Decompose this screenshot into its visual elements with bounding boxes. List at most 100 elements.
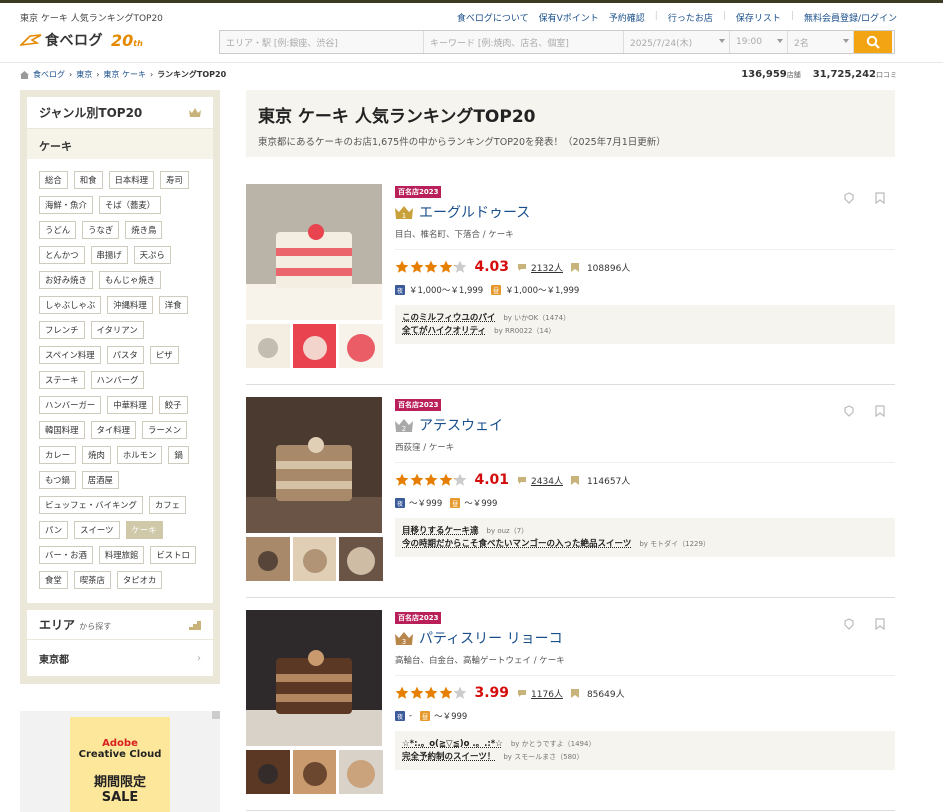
shop-name-link[interactable]: アテスウェイ xyxy=(419,415,503,435)
genre-tag[interactable]: 韓国料理 xyxy=(39,421,85,439)
link-reservation[interactable]: 予約確認 xyxy=(609,11,645,24)
genre-tag[interactable]: ビュッフェ・バイキング xyxy=(39,496,143,514)
genre-tag[interactable]: ハンバーガー xyxy=(39,396,102,414)
review-count-link[interactable]: 2132人 xyxy=(531,261,563,274)
genre-tag[interactable]: 焼き鳥 xyxy=(125,221,163,239)
genre-tag[interactable]: ケーキ xyxy=(125,521,163,539)
bookmark-icon[interactable] xyxy=(875,405,885,417)
genre-tag[interactable]: 寿司 xyxy=(160,171,189,189)
award-icon[interactable] xyxy=(843,618,855,630)
genre-tag[interactable]: もつ鍋 xyxy=(39,471,76,489)
award-icon[interactable] xyxy=(843,405,855,417)
genre-tag[interactable]: 餃子 xyxy=(158,396,188,414)
review-count-link[interactable]: 1176人 xyxy=(531,687,563,700)
thumbnail[interactable] xyxy=(292,324,337,368)
genre-tag[interactable]: ピザ xyxy=(149,346,179,364)
genre-tag[interactable]: ビストロ xyxy=(150,546,196,564)
link-saved[interactable]: 保存リスト xyxy=(736,11,781,24)
genre-tag[interactable]: パン xyxy=(39,521,69,539)
area-input[interactable]: エリア・駅 [例:銀座、渋谷] xyxy=(220,31,424,53)
search-button[interactable] xyxy=(854,31,892,53)
thumbnail[interactable] xyxy=(246,537,290,581)
anniversary-mark: 20th xyxy=(111,30,143,50)
review-title-link[interactable]: 全てがハイクオリティ xyxy=(402,325,486,338)
genre-tag[interactable]: 沖縄料理 xyxy=(107,296,153,314)
genre-tag[interactable]: ステーキ xyxy=(39,371,85,389)
people-select[interactable]: 2名 xyxy=(788,31,854,53)
bookmark-icon[interactable] xyxy=(875,192,885,204)
genre-tag[interactable]: スペイン料理 xyxy=(39,346,101,364)
genre-tag[interactable]: ホルモン xyxy=(116,446,163,464)
thumbnail[interactable] xyxy=(246,324,290,368)
genre-tag[interactable]: うなぎ xyxy=(82,221,120,239)
link-visited[interactable]: 行ったお店 xyxy=(668,11,713,24)
genre-tag[interactable]: タイ料理 xyxy=(90,421,136,439)
genre-tag[interactable]: 和食 xyxy=(73,171,103,189)
review-title-link[interactable]: 完全予約制のスイーツ！ xyxy=(402,751,495,764)
bookmark-icon[interactable] xyxy=(875,618,885,630)
genre-tag[interactable]: もんじゃ焼き xyxy=(98,271,162,289)
thumbnail[interactable] xyxy=(339,750,384,794)
genre-tag[interactable]: 居酒屋 xyxy=(81,471,119,489)
genre-tag[interactable]: 焼肉 xyxy=(82,446,111,464)
thumbnail[interactable] xyxy=(339,537,384,581)
genre-tag[interactable]: タピオカ xyxy=(116,571,163,589)
shop-name-link[interactable]: エーグルドゥース xyxy=(419,202,530,222)
ad-creative[interactable]: Adobe Creative Cloud 期間限定 SALE xyxy=(70,717,170,812)
time-select[interactable]: 19:00 xyxy=(730,31,788,53)
ad-choices-icon[interactable] xyxy=(212,711,220,719)
genre-tag[interactable]: カフェ xyxy=(148,496,186,514)
thumbnail[interactable] xyxy=(246,750,290,794)
genre-tag[interactable]: 洋食 xyxy=(158,296,188,314)
award-icon[interactable] xyxy=(843,192,855,204)
genre-tag[interactable]: 鍋 xyxy=(168,446,189,464)
logo[interactable]: 食べログ 20th xyxy=(20,30,143,50)
thumbnail[interactable] xyxy=(292,537,337,581)
genre-tag[interactable]: そば（蕎麦） xyxy=(98,196,162,214)
link-login[interactable]: 無料会員登録/ログイン xyxy=(804,11,897,24)
date-select[interactable]: 2025/7/24(木) xyxy=(624,31,730,53)
keyword-input[interactable]: キーワード [例:焼肉、店名、個室] xyxy=(424,31,624,53)
genre-tag[interactable]: 串揚げ xyxy=(90,246,128,264)
ad-banner[interactable]: Adobe Creative Cloud 期間限定 SALE xyxy=(20,711,220,812)
link-vpoint[interactable]: 保有Vポイント xyxy=(539,11,599,24)
genre-tag[interactable]: とんかつ xyxy=(39,246,85,264)
genre-tag[interactable]: 中華料理 xyxy=(107,396,153,414)
genre-tag[interactable]: スイーツ xyxy=(74,521,120,539)
review-title-link[interactable]: ☆*:.。o(≧▽≦)o .。.:*☆ xyxy=(402,738,503,751)
area-tokyo-link[interactable]: 東京都 › xyxy=(27,640,213,676)
thumbnail[interactable] xyxy=(339,324,384,368)
review-title-link[interactable]: 今の時期だからこそ食べたいマンゴーの入った絶品スイーツ xyxy=(402,538,631,551)
genre-tag[interactable]: ハンバーグ xyxy=(90,371,145,389)
genre-tag[interactable]: フレンチ xyxy=(39,321,85,339)
genre-tag[interactable]: 日本料理 xyxy=(108,171,154,189)
genre-tag[interactable]: 喫茶店 xyxy=(73,571,111,589)
genre-tag[interactable]: パスタ xyxy=(106,346,144,364)
genre-tag[interactable]: イタリアン xyxy=(90,321,144,339)
breadcrumb-tokyo[interactable]: 東京 xyxy=(76,69,92,80)
genre-tag[interactable]: 天ぷら xyxy=(133,246,171,264)
genre-tag[interactable]: 料理旅館 xyxy=(98,546,145,564)
genre-tag[interactable]: しゃぶしゃぶ xyxy=(39,296,102,314)
review-title-link[interactable]: 目移りするケーキ達 xyxy=(402,525,479,538)
shop-photo[interactable] xyxy=(246,184,382,320)
genre-tag[interactable]: 海鮮・魚介 xyxy=(39,196,93,214)
shop-name-link[interactable]: パティスリー リョーコ xyxy=(419,628,563,648)
genre-tag[interactable]: うどん xyxy=(39,221,77,239)
genre-tag[interactable]: バー・お酒 xyxy=(39,546,93,564)
genre-tag[interactable]: 食堂 xyxy=(39,571,68,589)
breadcrumb-tokyo-cake[interactable]: 東京 ケーキ xyxy=(103,69,146,80)
genre-tag[interactable]: カレー xyxy=(39,446,77,464)
shop-photo[interactable] xyxy=(246,397,382,533)
shop-photo[interactable] xyxy=(246,610,382,746)
link-about[interactable]: 食べログについて xyxy=(457,11,529,24)
breadcrumb-home[interactable]: 食べログ xyxy=(33,69,65,80)
genre-tag[interactable]: ラーメン xyxy=(142,421,188,439)
item-divider xyxy=(246,384,895,385)
review-count-link[interactable]: 2434人 xyxy=(531,474,563,487)
genre-tag[interactable]: 総合 xyxy=(39,171,68,189)
review-title-link[interactable]: このミルフィウユのパイ xyxy=(402,312,495,325)
page-subtitle: 東京都にあるケーキのお店1,675件の中からランキングTOP20を発表！（202… xyxy=(258,137,666,148)
thumbnail[interactable] xyxy=(292,750,337,794)
genre-tag[interactable]: お好み焼き xyxy=(39,271,93,289)
